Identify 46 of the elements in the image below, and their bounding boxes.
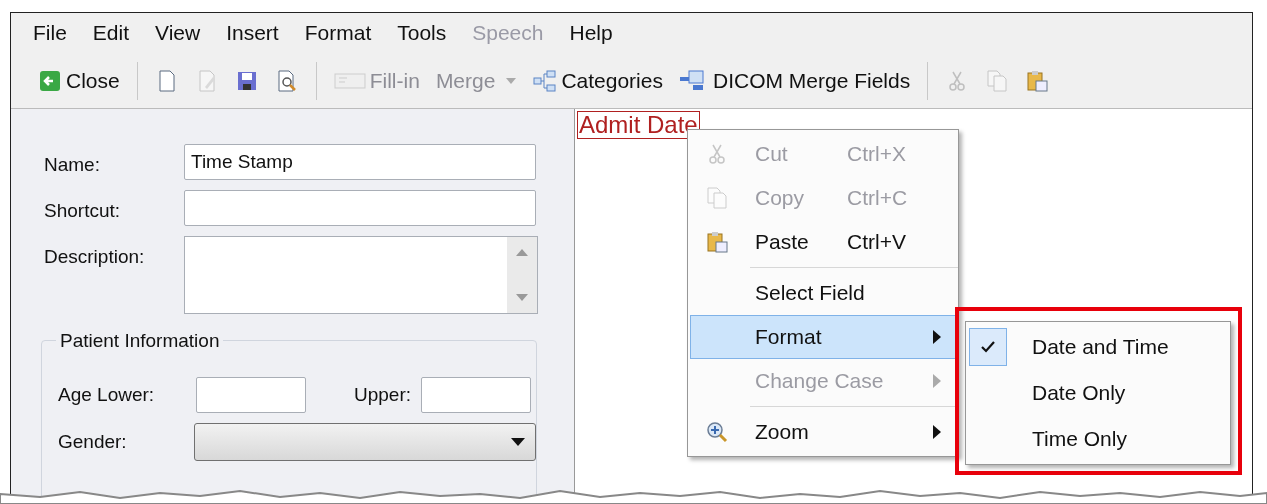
age-lower-field[interactable] [196, 377, 306, 413]
menu-item[interactable]: Format [304, 17, 372, 49]
tree-icon [533, 68, 558, 93]
menu-item[interactable]: Zoom [690, 410, 956, 454]
menu-item[interactable]: Time Only [966, 416, 1230, 462]
toolbar-button[interactable]: Close [35, 62, 123, 99]
submenu-arrow-icon [933, 425, 941, 439]
submenu-arrow-icon [933, 374, 941, 388]
menu-item[interactable]: View [155, 17, 201, 49]
menu-item[interactable]: Edit [92, 17, 130, 49]
menu-item[interactable]: Tools [397, 17, 447, 49]
field-label: Age Lower: [58, 382, 156, 407]
name-field[interactable]: Time Stamp [184, 144, 536, 180]
field-label: Upper: [354, 382, 412, 407]
field-label: Name: [44, 153, 101, 177]
caret-icon [505, 76, 518, 85]
field-label: Description: [44, 245, 146, 269]
shortcut-text: Ctrl+X [847, 141, 906, 168]
menu-item[interactable]: Help [569, 17, 613, 49]
field-label: Gender: [58, 429, 128, 454]
zoom-in-icon [705, 420, 729, 444]
field-label: Shortcut: [44, 199, 122, 223]
shortcut-text: Ctrl+V [847, 229, 906, 256]
paste-icon [705, 230, 729, 254]
scroll-down-icon[interactable] [516, 294, 528, 301]
menu-item[interactable]: Insert [226, 17, 279, 49]
menu-item[interactable]: File [33, 17, 67, 49]
menu-item[interactable]: Paste Ctrl+V [690, 220, 956, 264]
menu-item[interactable]: Date Only [966, 370, 1230, 416]
description-field[interactable] [184, 236, 538, 314]
paste-icon [1025, 68, 1050, 93]
copy-icon [985, 68, 1010, 93]
gender-dropdown[interactable] [194, 423, 536, 461]
shortcut-field[interactable] [184, 190, 536, 226]
scroll-up-icon[interactable] [516, 249, 528, 256]
scrollbar[interactable] [507, 237, 537, 313]
toolbar-button[interactable]: DICOM Merge Fields [675, 62, 914, 99]
menu-item[interactable]: Format [690, 315, 956, 359]
upper-age-field[interactable] [421, 377, 532, 413]
menu-item[interactable]: Select Field [690, 271, 956, 315]
menu-item[interactable]: Date and Time [966, 324, 1230, 370]
shortcut-text: Ctrl+C [847, 185, 908, 212]
submenu-arrow-icon [933, 330, 941, 344]
toolbar-button[interactable]: Categories [530, 62, 666, 99]
copy-icon [705, 186, 729, 210]
caret-icon [511, 438, 525, 446]
